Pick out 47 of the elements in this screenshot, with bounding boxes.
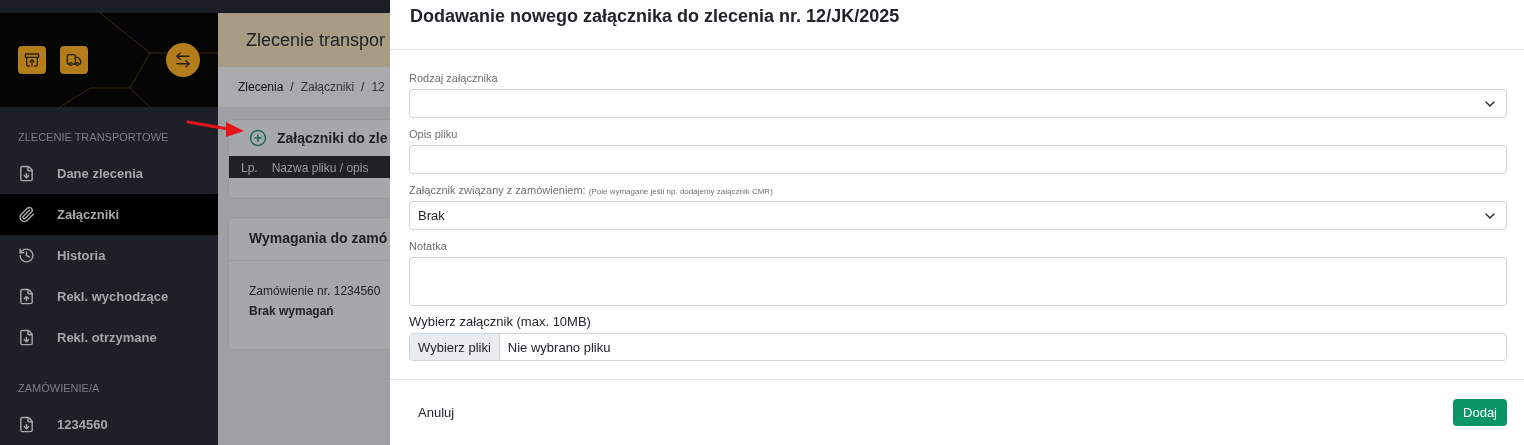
swap-arrows-icon [174,51,192,69]
sidebar-item[interactable]: Rekl. wychodzące [0,276,218,317]
archive-icon [24,52,40,68]
select-field[interactable]: Brak [409,201,1507,230]
file-field[interactable]: Wybierz pliki Nie wybrano pliku [409,333,1507,361]
field-label: Rodzaj załącznika [409,72,499,84]
page-title: Zlecenie transpor [246,29,386,51]
textarea-field[interactable] [409,257,1507,306]
swap-button[interactable] [166,43,200,77]
file-upload-icon [18,288,35,305]
paperclip-icon [18,206,35,223]
modal-title: Dodawanie nowego załącznika do zlecenia nr. 12/JK/2025 [410,6,900,27]
submit-button[interactable]: Dodaj [1453,399,1507,426]
column-header: Nazwa pliku / opis [271,161,369,173]
requirements-text: Brak wymagań [249,303,334,319]
breadcrumb-link[interactable]: Zlecenia [238,80,284,94]
input-field[interactable] [409,145,1507,174]
sidebar-item[interactable]: Historia [0,235,218,276]
field-label: Wybierz załącznik (max. 10MB) [409,314,592,329]
field-label: Notatka [409,240,448,252]
section-heading: ZLECENIE TRANSPORTOWE [18,131,169,143]
file-download-icon [18,329,35,346]
field-label: Opis pliku [409,128,459,140]
select-field[interactable] [409,89,1507,118]
card-title: Wymagania do zamó [249,230,388,246]
column-header: Lp. [241,161,258,173]
archive-button[interactable] [18,46,46,74]
field-label: Załącznik związany z zamówieniem: (Pole wymagane jeśli np. dodajemy załącznik CMR) [409,184,774,196]
cancel-button[interactable]: Anuluj [408,399,465,426]
file-download-icon [18,165,35,182]
card-title: Załączniki do zle [277,130,388,146]
sidebar-item[interactable]: Dane zlecenia [0,153,218,194]
sidebar-item[interactable]: Rekl. otrzymane [0,317,218,358]
truck-icon [66,52,82,68]
breadcrumb-separator: / [361,80,365,94]
arrow-icon [186,118,246,140]
add-icon[interactable] [249,129,267,147]
sidebar-item[interactable]: Załączniki [0,194,218,235]
breadcrumb-separator: / [290,80,294,94]
history-icon [18,247,35,264]
breadcrumb-link[interactable]: 12 [371,80,385,94]
truck-button[interactable] [60,46,88,74]
breadcrumb-link[interactable]: Załączniki [300,80,355,94]
order-number: Zamówienie nr. 1234560 [249,283,381,299]
section-heading: ZAMÓWIENIE/A [18,382,100,394]
file-download-icon [18,416,35,433]
sidebar-item[interactable]: 1234560 [0,404,218,445]
